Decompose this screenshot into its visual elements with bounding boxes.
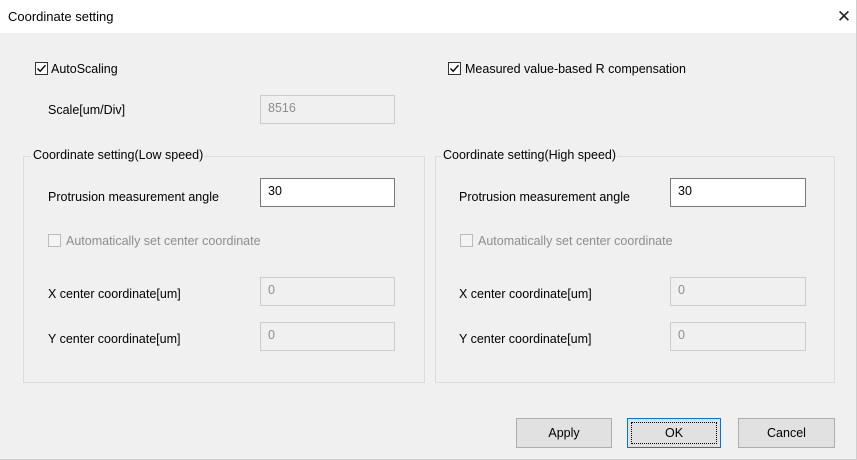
low-protrusion-label: Protrusion measurement angle (48, 190, 219, 204)
focus-rectangle (631, 422, 717, 444)
apply-button[interactable]: Apply (516, 418, 612, 448)
high-protrusion-angle-input[interactable]: 30 (670, 178, 806, 207)
checkmark-icon (37, 64, 47, 73)
low-y-center-label: Y center coordinate[um] (48, 332, 181, 346)
close-icon[interactable]: ✕ (834, 7, 854, 27)
window-title: Coordinate setting (8, 9, 114, 24)
low-auto-center-label[interactable]: Automatically set center coordinate (66, 234, 261, 248)
low-protrusion-angle-input[interactable]: 30 (260, 178, 395, 207)
r-compensation-checkbox[interactable] (448, 62, 461, 75)
low-x-center-label: X center coordinate[um] (48, 287, 181, 301)
checkmark-icon (450, 64, 460, 73)
high-y-center-label: Y center coordinate[um] (459, 332, 592, 346)
title-bar: Coordinate setting ✕ (0, 0, 856, 33)
autoscaling-label[interactable]: AutoScaling (51, 62, 118, 76)
scale-label: Scale[um/Div] (48, 103, 126, 117)
scale-field[interactable]: 8516 (260, 95, 395, 124)
coordinate-setting-dialog: Coordinate setting ✕ AutoScaling Measure… (0, 0, 857, 460)
high-speed-group-title: Coordinate setting(High speed) (441, 148, 619, 162)
low-x-center-field[interactable]: 0 (260, 277, 395, 306)
autoscaling-checkbox[interactable] (35, 62, 48, 75)
cancel-button[interactable]: Cancel (738, 418, 835, 448)
ok-button[interactable]: OK (627, 418, 721, 448)
high-x-center-label: X center coordinate[um] (459, 287, 592, 301)
low-y-center-field[interactable]: 0 (260, 322, 395, 351)
r-compensation-label[interactable]: Measured value-based R compensation (465, 62, 686, 76)
low-auto-center-checkbox[interactable] (48, 234, 61, 247)
high-x-center-field[interactable]: 0 (670, 277, 806, 306)
high-y-center-field[interactable]: 0 (670, 322, 806, 351)
high-auto-center-label[interactable]: Automatically set center coordinate (478, 234, 673, 248)
low-speed-group-title: Coordinate setting(Low speed) (31, 148, 206, 162)
high-protrusion-label: Protrusion measurement angle (459, 190, 630, 204)
high-auto-center-checkbox[interactable] (460, 234, 473, 247)
